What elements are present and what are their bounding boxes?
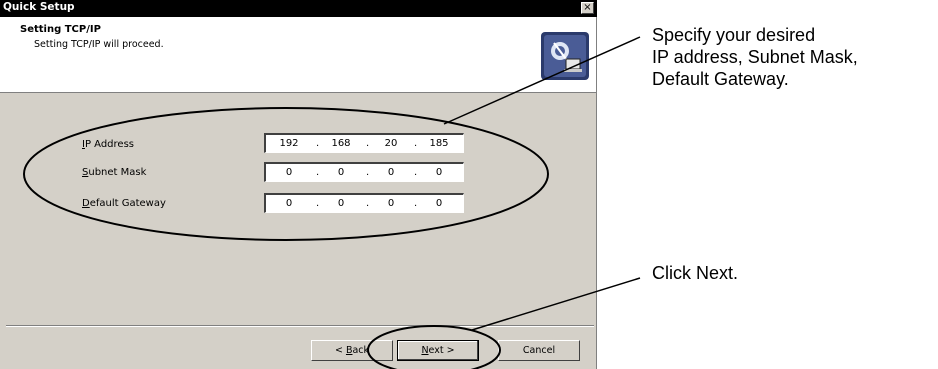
callout1-leader-line <box>443 36 641 125</box>
callout-click-next: Click Next. <box>652 263 739 283</box>
fields-highlight-ellipse <box>23 107 549 241</box>
callout-specify-ip: Specify your desired IP address, Subnet … <box>652 25 858 89</box>
callout2-leader-line <box>471 277 641 331</box>
next-highlight-ellipse <box>367 325 501 369</box>
